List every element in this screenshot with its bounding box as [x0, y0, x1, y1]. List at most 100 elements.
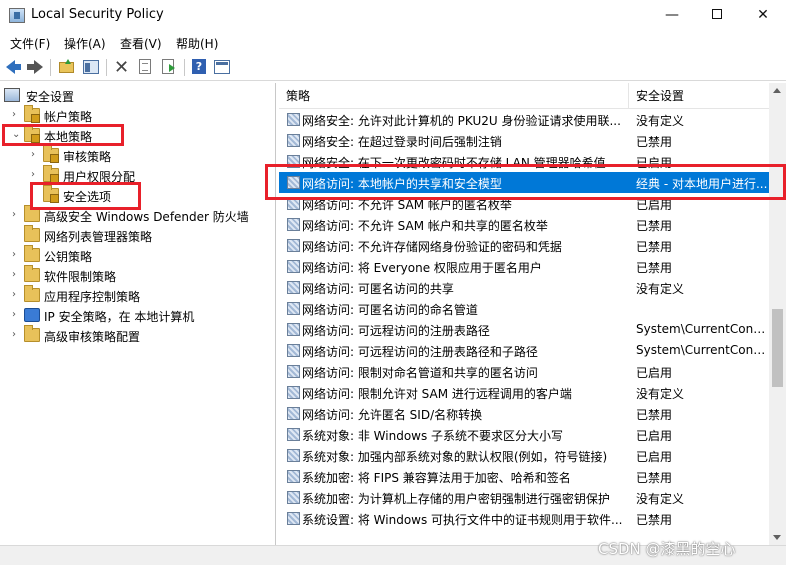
tree-item-defender-firewall[interactable]: › 高级安全 Windows Defender 防火墙	[12, 205, 274, 226]
tree-item-label: 应用程序控制策略	[44, 290, 141, 304]
policy-row[interactable]: 网络访问: 不允许存储网络身份验证的密码和凭据 已禁用	[279, 235, 769, 256]
policy-row[interactable]: 网络安全: 在超过登录时间后强制注销 已禁用	[279, 130, 769, 151]
policy-row[interactable]: 系统对象: 加强内部系统对象的默认权限(例如，符号链接) 已启用	[279, 445, 769, 466]
policy-row[interactable]: 系统加密: 将 FIPS 兼容算法用于加密、哈希和签名 已禁用	[279, 466, 769, 487]
show-hide-tree-button[interactable]	[82, 58, 100, 76]
policy-name: 系统加密: 为计算机上存储的用户密钥强制进行强密钥保护	[302, 492, 610, 506]
tree-item-advanced-audit[interactable]: › 高级审核策略配置	[12, 325, 274, 346]
expand-icon[interactable]: ›	[12, 329, 22, 340]
policy-row[interactable]: 网络访问: 将 Everyone 权限应用于匿名用户 已禁用	[279, 256, 769, 277]
expand-icon[interactable]: ›	[12, 269, 22, 280]
forward-button[interactable]	[26, 58, 44, 76]
policy-row[interactable]: 网络访问: 本地帐户的共享和安全模型 经典 - 对本地用户进行...	[279, 172, 769, 193]
policy-row[interactable]: 网络访问: 可远程访问的注册表路径和子路径 System\CurrentContr…	[279, 340, 769, 361]
toolbar: ✕ ?	[0, 55, 786, 81]
policy-row[interactable]: 网络访问: 不允许 SAM 帐户和共享的匿名枚举 已禁用	[279, 214, 769, 235]
policy-setting: 已禁用	[636, 513, 673, 527]
window-title: Local Security Policy	[31, 7, 164, 22]
policy-row[interactable]: 网络访问: 限制允许对 SAM 进行远程调用的客户端 没有定义	[279, 382, 769, 403]
policy-icon	[287, 134, 300, 147]
menu-help[interactable]: 帮助(H)	[176, 35, 218, 52]
minimize-button[interactable]: —	[649, 0, 695, 31]
policy-setting: 已禁用	[636, 240, 673, 254]
policy-row[interactable]: 网络访问: 允许匿名 SID/名称转换 已禁用	[279, 403, 769, 424]
expand-icon[interactable]: ›	[12, 209, 22, 220]
properties-button[interactable]	[136, 58, 154, 76]
expand-icon[interactable]: ›	[12, 249, 22, 260]
folder-icon	[43, 185, 59, 203]
tree-item-ip-security[interactable]: › IP 安全策略，在 本地计算机	[12, 306, 274, 326]
tree-root[interactable]: 安全设置	[4, 86, 274, 106]
policy-icon	[287, 302, 300, 315]
tree-item-label: 网络列表管理器策略	[44, 230, 153, 244]
tree-item-network-list[interactable]: 网络列表管理器策略	[12, 225, 274, 246]
menu-file[interactable]: 文件(F)	[10, 35, 50, 52]
tree-item-audit-policy[interactable]: › 审核策略	[31, 145, 274, 166]
policy-name: 网络访问: 不允许 SAM 帐户的匿名枚举	[302, 198, 512, 212]
expand-icon[interactable]: ›	[31, 149, 41, 160]
policy-setting: 已启用	[636, 450, 673, 464]
policy-row[interactable]: 网络安全: 在下一次更改密码时不存储 LAN 管理器哈希值 已启用	[279, 151, 769, 172]
show-pane-button[interactable]	[213, 58, 231, 76]
tree-item-local-policy[interactable]: ⌄ 本地策略	[12, 125, 274, 146]
export-list-button[interactable]	[160, 58, 178, 76]
policy-icon	[287, 323, 300, 336]
policy-setting: 已启用	[636, 366, 673, 380]
tree-item-security-options[interactable]: 安全选项	[31, 185, 274, 206]
policy-row[interactable]: 系统设置: 将 Windows 可执行文件中的证书规则用于软件... 已禁用	[279, 508, 769, 529]
policy-setting: System\CurrentControl	[636, 322, 769, 336]
policy-name: 系统加密: 将 FIPS 兼容算法用于加密、哈希和签名	[302, 471, 571, 485]
column-setting[interactable]: 安全设置	[629, 83, 769, 109]
policy-row[interactable]: 网络访问: 可远程访问的注册表路径 System\CurrentControl	[279, 319, 769, 340]
tree-item-software-restriction[interactable]: › 软件限制策略	[12, 265, 274, 286]
policy-name: 网络安全: 在下一次更改密码时不存储 LAN 管理器哈希值	[302, 156, 606, 170]
maximize-button[interactable]	[694, 0, 740, 31]
folder-icon	[24, 205, 40, 222]
export-list-icon	[162, 59, 175, 74]
expand-icon[interactable]: ›	[31, 169, 41, 180]
scroll-thumb[interactable]	[772, 309, 783, 387]
tree-item-user-rights[interactable]: › 用户权限分配	[31, 165, 274, 186]
policy-row[interactable]: 系统对象: 非 Windows 子系统不要求区分大小写 已启用	[279, 424, 769, 445]
policy-row[interactable]: 网络访问: 可匿名访问的共享 没有定义	[279, 277, 769, 298]
expand-icon[interactable]: ›	[12, 309, 22, 320]
policy-row[interactable]: 网络访问: 可匿名访问的命名管道	[279, 298, 769, 319]
toolbar-separator	[184, 59, 185, 76]
menu-action[interactable]: 操作(A)	[64, 35, 106, 52]
policy-name: 网络访问: 将 Everyone 权限应用于匿名用户	[302, 261, 542, 275]
policy-row[interactable]: 网络安全: 允许对此计算机的 PKU2U 身份验证请求使用联... 没有定义	[279, 109, 769, 130]
policy-icon	[287, 281, 300, 294]
policy-setting: 已禁用	[636, 219, 673, 233]
policy-row[interactable]: 网络访问: 不允许 SAM 帐户的匿名枚举 已启用	[279, 193, 769, 214]
delete-button[interactable]: ✕	[112, 57, 130, 78]
scroll-up-icon[interactable]	[773, 88, 781, 93]
scroll-down-icon[interactable]	[773, 535, 781, 540]
up-folder-button[interactable]	[58, 58, 76, 76]
show-hide-tree-icon	[83, 60, 99, 74]
menu-bar: 文件(F) 操作(A) 查看(V) 帮助(H)	[0, 33, 786, 53]
up-folder-icon	[59, 59, 74, 73]
toolbar-separator	[106, 59, 107, 76]
policy-row[interactable]: 网络访问: 限制对命名管道和共享的匿名访问 已启用	[279, 361, 769, 382]
expand-icon[interactable]: ›	[12, 109, 22, 120]
policy-name: 系统设置: 将 Windows 可执行文件中的证书规则用于软件...	[302, 513, 623, 527]
properties-icon	[139, 59, 151, 74]
menu-view[interactable]: 查看(V)	[120, 35, 162, 52]
tree-item-label: IP 安全策略，在 本地计算机	[44, 310, 195, 324]
expand-icon[interactable]: ›	[12, 289, 22, 300]
back-button[interactable]	[5, 58, 23, 76]
security-policy-app-icon	[9, 8, 25, 23]
policy-list-pane: 策略 安全设置 网络安全: 允许对此计算机的 PKU2U 身份验证请求使用联..…	[279, 83, 786, 545]
policy-icon	[287, 260, 300, 273]
tree-item-public-key[interactable]: › 公钥策略	[12, 245, 274, 266]
close-button[interactable]: ✕	[740, 0, 786, 31]
column-policy[interactable]: 策略	[279, 83, 629, 109]
collapse-icon[interactable]: ⌄	[12, 129, 22, 140]
security-settings-icon	[4, 88, 20, 102]
help-button[interactable]: ?	[190, 58, 208, 76]
policy-name: 网络访问: 可匿名访问的共享	[302, 282, 454, 296]
tree-item-account-policy[interactable]: › 帐户策略	[12, 105, 274, 126]
vertical-scrollbar[interactable]	[769, 83, 786, 545]
policy-row[interactable]: 系统加密: 为计算机上存储的用户密钥强制进行强密钥保护 没有定义	[279, 487, 769, 508]
tree-item-app-control[interactable]: › 应用程序控制策略	[12, 285, 274, 306]
